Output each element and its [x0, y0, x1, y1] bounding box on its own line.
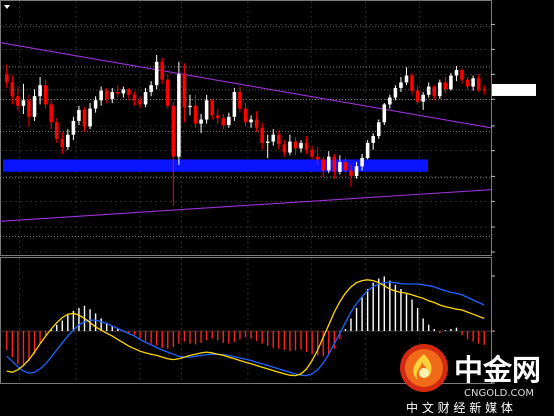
candle-body: [188, 105, 192, 108]
candle-body: [182, 74, 187, 108]
candle-body: [365, 142, 370, 159]
candle-body: [282, 144, 287, 153]
candle-body: [288, 141, 292, 153]
candle-body: [432, 86, 437, 97]
candle-body: [204, 100, 209, 120]
candle-body: [326, 156, 331, 171]
candle-body: [243, 108, 248, 123]
candle-body: [376, 122, 381, 137]
chevron-down-icon[interactable]: [4, 5, 10, 9]
candle-body: [43, 85, 48, 105]
candle-body: [110, 92, 115, 99]
candle-body: [265, 141, 270, 143]
candle-body: [421, 94, 425, 102]
candle-body: [21, 100, 26, 106]
candle-body: [277, 134, 281, 145]
candle-body: [482, 89, 487, 91]
candle-body: [404, 75, 409, 83]
candle-body: [338, 162, 342, 172]
candle-body: [132, 94, 137, 101]
candle-body: [77, 109, 81, 121]
support-zone: [3, 159, 428, 172]
candle-body: [49, 104, 53, 123]
candle-body: [171, 105, 176, 157]
candle-body: [449, 75, 453, 90]
candle-body: [66, 134, 70, 148]
candle-body: [116, 92, 120, 94]
candle-body: [16, 96, 20, 106]
candle-body: [4, 74, 9, 83]
candle-body: [249, 119, 253, 123]
candle-body: [232, 92, 237, 117]
candle-body: [382, 104, 387, 123]
candle-body: [254, 119, 259, 128]
candle-body: [104, 90, 109, 99]
candle-body: [32, 96, 37, 117]
current-price-tag: [492, 83, 536, 96]
flame-icon: [400, 344, 448, 392]
candle-body: [199, 119, 203, 124]
candle-body: [371, 136, 375, 143]
candle-body: [221, 118, 226, 126]
candle-body: [27, 100, 31, 117]
candle-body: [60, 138, 65, 148]
candle-body: [127, 89, 131, 95]
candle-body: [304, 142, 309, 150]
candle-body: [393, 87, 398, 98]
candle-body: [54, 122, 59, 139]
candle-body: [454, 70, 459, 76]
candle-body: [149, 85, 153, 93]
candle-body: [193, 105, 198, 124]
candle-body: [154, 61, 159, 86]
candle-body: [138, 100, 142, 105]
candle-body: [143, 92, 148, 105]
candle-body: [82, 109, 87, 127]
candle-body: [410, 75, 414, 91]
candle-body: [399, 82, 403, 88]
candle-body: [10, 82, 15, 97]
candle-body: [349, 170, 353, 176]
candle-body: [71, 120, 76, 135]
candle-body: [426, 86, 431, 95]
candle-body: [343, 162, 348, 171]
candle-body: [299, 142, 303, 149]
candle-body: [476, 78, 481, 90]
brand-tagline: 中 文 财 经 新 媒 体: [406, 400, 513, 415]
candle-body: [460, 70, 464, 80]
brand-domain: CNGOLD.COM: [464, 388, 534, 399]
candle-body: [165, 79, 170, 106]
candle-body: [227, 116, 231, 126]
candle-body: [315, 156, 320, 160]
trendline: [0, 189, 492, 222]
candle-body: [415, 90, 420, 102]
candle-body: [271, 134, 276, 142]
candle-body: [443, 82, 448, 90]
candle-body: [210, 100, 214, 116]
candle-body: [38, 85, 42, 97]
candle-body: [177, 74, 181, 157]
cngold-logo: 中金网 CNGOLD.COM 中 文 财 经 新 媒 体: [400, 344, 541, 415]
candle-body: [215, 115, 220, 119]
candle-body: [93, 100, 98, 109]
candle-body: [88, 108, 92, 127]
candle-body: [465, 79, 470, 87]
candle-body: [321, 159, 326, 171]
candle-body: [332, 156, 337, 172]
candle-body: [471, 78, 475, 87]
candle-body: [160, 61, 165, 80]
candle-body: [360, 158, 364, 167]
candle-body: [388, 97, 392, 105]
candle-body: [438, 82, 442, 97]
candle-body: [238, 92, 242, 109]
candle-body: [293, 141, 298, 149]
candle-body: [260, 127, 264, 143]
candle-body: [310, 149, 314, 157]
candle-body: [99, 90, 103, 101]
brand-text: 中金网: [454, 353, 541, 387]
candle-body: [354, 166, 359, 176]
